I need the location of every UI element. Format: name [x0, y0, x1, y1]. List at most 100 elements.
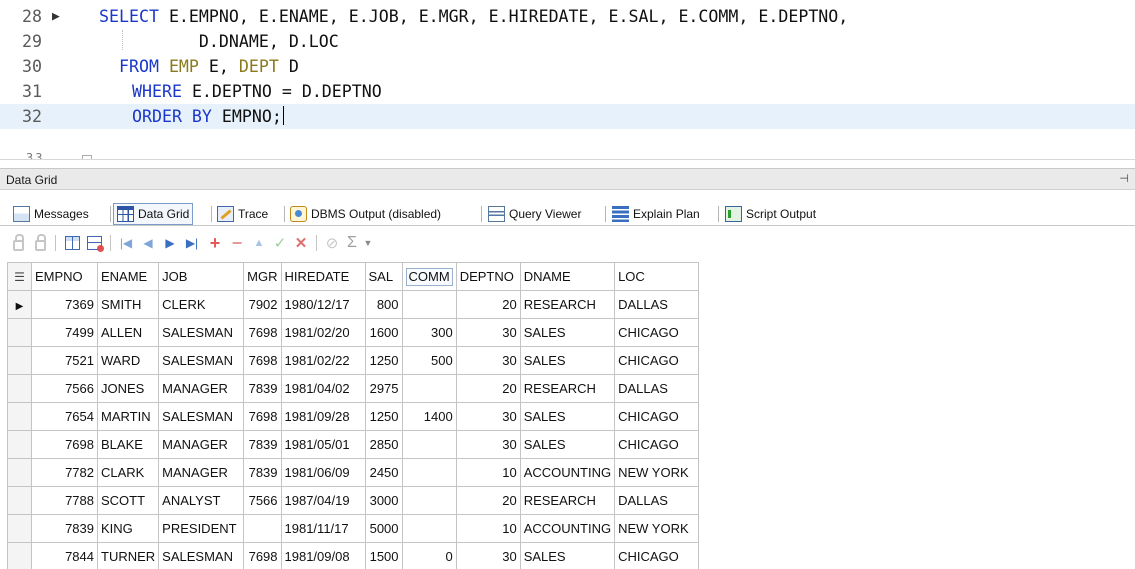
cell-empno[interactable]: 7521 [31, 346, 98, 375]
row-indicator[interactable] [7, 318, 32, 347]
grid-view-icon[interactable] [62, 233, 82, 253]
code-line[interactable]: 28 ▶ SELECT E.EMPNO, E.ENAME, E.JOB, E.MGR… [0, 4, 1135, 29]
cell-dname[interactable]: SALES [519, 542, 616, 569]
cell-comm[interactable]: 0 [401, 542, 457, 569]
column-header-comm[interactable]: COMM [401, 262, 457, 291]
cell-ename[interactable]: BLAKE [96, 430, 160, 459]
cell-job[interactable]: MANAGER [158, 374, 245, 403]
table-row[interactable]: ▶ 7369 SMITH CLERK 7902 1980/12/17 800 20 RESEAR… [7, 290, 700, 319]
table-row[interactable]: 7839 KING PRESIDENT 1981/11/17 5000 10 ACCOUNT… [7, 514, 700, 543]
column-header-sal[interactable]: SAL [364, 262, 403, 291]
cell-comm[interactable] [401, 514, 457, 543]
column-header-deptno[interactable]: DEPTNO [455, 262, 521, 291]
cell-hiredate[interactable]: 1981/02/20 [280, 318, 366, 347]
cell-loc[interactable]: DALLAS [614, 290, 700, 319]
cell-empno[interactable]: 7782 [31, 458, 98, 487]
cell-loc[interactable]: DALLAS [614, 374, 700, 403]
cell-mgr[interactable]: 7839 [243, 374, 282, 403]
cell-deptno[interactable]: 10 [455, 458, 521, 487]
clear-icon[interactable]: ⊘ [322, 233, 342, 253]
row-indicator[interactable] [7, 514, 32, 543]
cell-mgr[interactable]: 7902 [243, 290, 282, 319]
cell-comm[interactable] [401, 458, 457, 487]
last-record-icon[interactable]: ▶| [182, 233, 202, 253]
cell-dname[interactable]: RESEARCH [519, 486, 616, 515]
row-indicator[interactable] [7, 542, 32, 569]
tab-explain-plan[interactable]: Explain Plan [609, 203, 703, 225]
cell-deptno[interactable]: 20 [455, 486, 521, 515]
column-header-hiredate[interactable]: HIREDATE [280, 262, 366, 291]
row-indicator[interactable] [7, 430, 32, 459]
cancel-edit-icon[interactable]: ✕ [291, 233, 311, 253]
cell-hiredate[interactable]: 1981/02/22 [280, 346, 366, 375]
cell-mgr[interactable]: 7839 [243, 458, 282, 487]
cell-dname[interactable]: SALES [519, 346, 616, 375]
cell-mgr[interactable]: 7566 [243, 486, 282, 515]
cell-hiredate[interactable]: 1980/12/17 [280, 290, 366, 319]
sql-editor[interactable]: 28 ▶ SELECT E.EMPNO, E.ENAME, E.JOB, E.MGR… [0, 0, 1135, 160]
cell-job[interactable]: SALESMAN [158, 402, 245, 431]
cell-sal[interactable]: 2975 [364, 374, 403, 403]
first-record-icon[interactable]: |◀ [116, 233, 136, 253]
cell-dname[interactable]: RESEARCH [519, 290, 616, 319]
fold-marker-icon[interactable] [82, 155, 92, 159]
cell-job[interactable]: PRESIDENT [158, 514, 245, 543]
table-row[interactable]: 7788 SCOTT ANALYST 7566 1987/04/19 3000 20 RESE… [7, 486, 700, 515]
cell-empno[interactable]: 7369 [31, 290, 98, 319]
cell-dname[interactable]: ACCOUNTING [519, 514, 616, 543]
tab-messages[interactable]: Messages [10, 203, 92, 225]
cell-hiredate[interactable]: 1981/09/08 [280, 542, 366, 569]
cell-loc[interactable]: DALLAS [614, 486, 700, 515]
cell-loc[interactable]: CHICAGO [614, 542, 700, 569]
cell-empno[interactable]: 7844 [31, 542, 98, 569]
column-header-mgr[interactable]: MGR [243, 262, 282, 291]
cell-job[interactable]: CLERK [158, 290, 245, 319]
table-row[interactable]: 7566 JONES MANAGER 7839 1981/04/02 2975 20 RESE… [7, 374, 700, 403]
cell-comm[interactable]: 500 [401, 346, 457, 375]
cell-mgr[interactable]: 7698 [243, 402, 282, 431]
tab-script-output[interactable]: Script Output [722, 203, 819, 225]
cell-ename[interactable]: CLARK [96, 458, 160, 487]
cell-empno[interactable]: 7566 [31, 374, 98, 403]
cell-ename[interactable]: WARD [96, 346, 160, 375]
cell-loc[interactable]: CHICAGO [614, 318, 700, 347]
post-edit-icon[interactable]: ✓ [270, 233, 290, 253]
insert-record-icon[interactable]: + [205, 233, 225, 253]
column-header-job[interactable]: JOB [158, 262, 245, 291]
cell-hiredate[interactable]: 1981/05/01 [280, 430, 366, 459]
cell-sal[interactable]: 1250 [364, 402, 403, 431]
table-row[interactable]: 7782 CLARK MANAGER 7839 1981/06/09 2450 10 ACCO… [7, 458, 700, 487]
delete-record-icon[interactable]: − [227, 233, 247, 253]
cell-mgr[interactable]: 7698 [243, 318, 282, 347]
edit-record-icon[interactable]: ▲ [249, 233, 269, 253]
cell-dname[interactable]: ACCOUNTING [519, 458, 616, 487]
cell-ename[interactable]: SCOTT [96, 486, 160, 515]
cell-sal[interactable]: 1600 [364, 318, 403, 347]
cell-deptno[interactable]: 10 [455, 514, 521, 543]
cell-sal[interactable]: 1500 [364, 542, 403, 569]
cell-deptno[interactable]: 30 [455, 430, 521, 459]
cell-comm[interactable]: 300 [401, 318, 457, 347]
cell-hiredate[interactable]: 1981/11/17 [280, 514, 366, 543]
row-indicator[interactable] [7, 346, 32, 375]
cell-sal[interactable]: 5000 [364, 514, 403, 543]
column-header-ename[interactable]: ENAME [96, 262, 160, 291]
cell-hiredate[interactable]: 1987/04/19 [280, 486, 366, 515]
cell-comm[interactable]: 1400 [401, 402, 457, 431]
cell-comm[interactable] [401, 290, 457, 319]
cell-mgr[interactable]: 7839 [243, 430, 282, 459]
cell-ename[interactable]: TURNER [96, 542, 160, 569]
cell-mgr[interactable]: 7698 [243, 542, 282, 569]
code-line[interactable]: 30 FROM EMP E, DEPT D [0, 54, 1135, 79]
cell-mgr[interactable] [243, 514, 282, 543]
cell-ename[interactable]: ALLEN [96, 318, 160, 347]
row-indicator[interactable]: ▶ [7, 290, 32, 319]
cell-comm[interactable] [401, 430, 457, 459]
cell-ename[interactable]: JONES [96, 374, 160, 403]
cell-empno[interactable]: 7499 [31, 318, 98, 347]
tab-trace[interactable]: Trace [214, 203, 271, 225]
column-header-loc[interactable]: LOC [614, 262, 700, 291]
row-indicator[interactable] [7, 402, 32, 431]
cell-comm[interactable] [401, 486, 457, 515]
cell-loc[interactable]: CHICAGO [614, 402, 700, 431]
